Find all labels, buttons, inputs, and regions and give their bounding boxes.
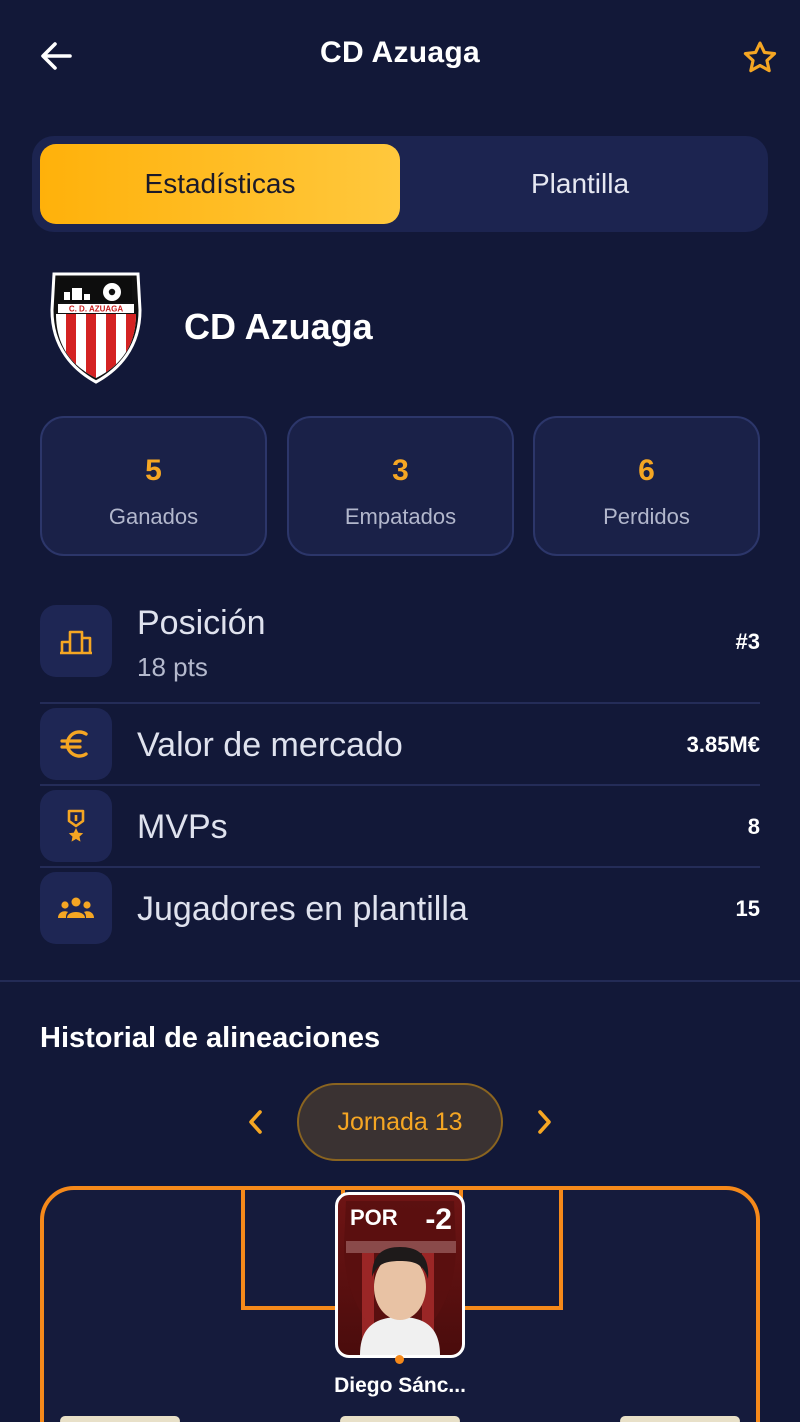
info-label: Posición xyxy=(137,604,266,642)
section-divider xyxy=(0,980,800,982)
divider xyxy=(40,866,760,868)
stat-card-lost: 6 Perdidos xyxy=(533,416,760,556)
player-card[interactable]: POR -2 xyxy=(335,1192,465,1358)
info-value: 15 xyxy=(735,896,760,921)
stat-card-won: 5 Ganados xyxy=(40,416,267,556)
tab-bar: Estadísticas Plantilla xyxy=(32,136,768,232)
info-row-market-value: Valor de mercado 3.85M€ xyxy=(40,708,760,780)
info-label: Valor de mercado xyxy=(137,726,403,764)
info-row-squad-size: Jugadores en plantilla 15 xyxy=(40,872,760,944)
stat-label: Perdidos xyxy=(603,504,690,529)
player-position: POR xyxy=(350,1205,398,1230)
info-label: Jugadores en plantilla xyxy=(137,890,468,928)
info-row-position: Posición 18 pts #3 xyxy=(40,604,760,696)
podium-icon xyxy=(40,605,112,677)
info-value: 3.85M€ xyxy=(686,732,760,757)
star-outline-icon xyxy=(743,41,777,73)
next-round-button[interactable] xyxy=(524,1102,564,1142)
info-row-mvps: MVPs 8 xyxy=(40,790,760,862)
stat-label: Empatados xyxy=(344,504,457,529)
chevron-right-icon xyxy=(538,1110,551,1134)
player-card-partial[interactable] xyxy=(340,1416,460,1422)
stat-card-drawn: 3 Empatados xyxy=(287,416,514,556)
medal-icon xyxy=(40,790,112,862)
stat-value: 5 xyxy=(145,454,162,487)
section-title: Historial de alineaciones xyxy=(40,1022,381,1054)
club-name: CD Azuaga xyxy=(184,306,373,347)
info-label: MVPs xyxy=(137,808,228,846)
info-value: #3 xyxy=(735,629,760,654)
club-crest-logo: C. D. AZUAGA xyxy=(50,272,142,384)
stat-label: Ganados xyxy=(108,504,199,529)
chevron-left-icon xyxy=(249,1110,262,1134)
stat-value: 6 xyxy=(638,454,655,487)
divider xyxy=(40,702,760,704)
player-score: -2 xyxy=(425,1203,452,1236)
player-card-partial[interactable] xyxy=(60,1416,180,1422)
favorite-button[interactable] xyxy=(738,36,782,80)
player-indicator-dot xyxy=(395,1355,404,1364)
tab-plantilla[interactable]: Plantilla xyxy=(400,144,760,224)
group-icon xyxy=(40,872,112,944)
divider xyxy=(40,784,760,786)
info-subtext: 18 pts xyxy=(137,652,208,682)
player-card-partial[interactable] xyxy=(620,1416,740,1422)
page-title: CD Azuaga xyxy=(320,36,480,69)
top-bar: CD Azuaga xyxy=(0,0,800,112)
player-name: Diego Sánc... xyxy=(334,1374,466,1397)
round-selector[interactable]: Jornada 13 xyxy=(297,1083,503,1161)
crest-label: C. D. AZUAGA xyxy=(69,305,124,314)
tab-estadisticas[interactable]: Estadísticas xyxy=(40,144,400,224)
euro-icon xyxy=(40,708,112,780)
info-value: 8 xyxy=(747,814,760,839)
previous-round-button[interactable] xyxy=(236,1102,276,1142)
stat-value: 3 xyxy=(392,454,409,487)
